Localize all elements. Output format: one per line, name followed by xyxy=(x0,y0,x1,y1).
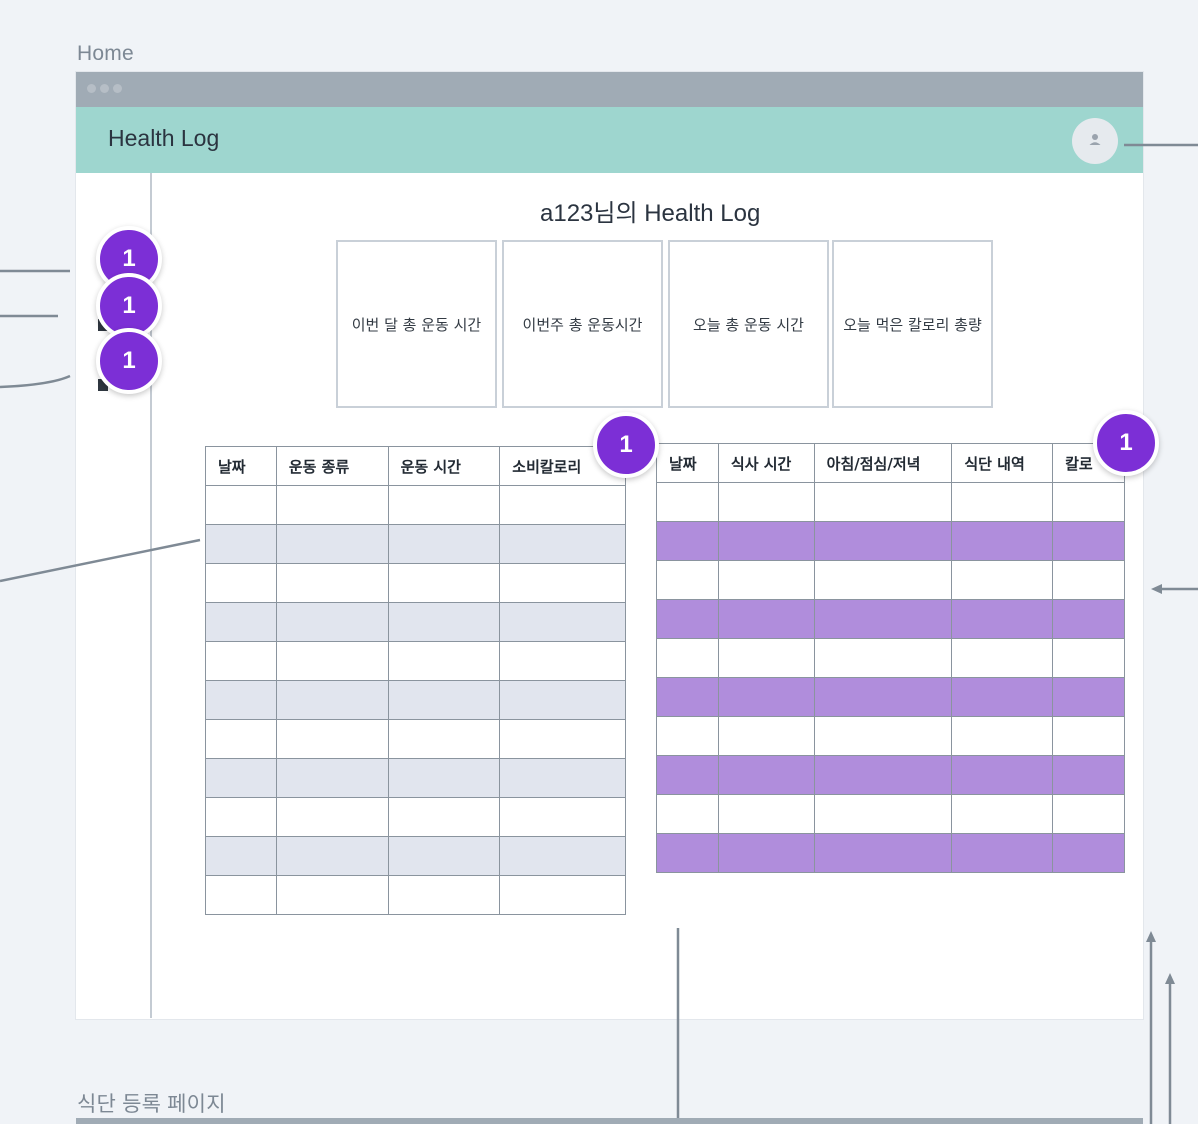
diet-page-frame-label: 식단 등록 페이지 xyxy=(77,1093,226,1116)
connector-line xyxy=(0,538,201,583)
arrow-head-icon xyxy=(1165,973,1175,984)
connector-lines xyxy=(0,143,1198,1124)
arrow-head-icon xyxy=(1146,931,1156,942)
next-window-titlebar xyxy=(76,1118,1143,1124)
arrow-head-icon xyxy=(1151,584,1162,594)
connector-line xyxy=(0,374,71,389)
